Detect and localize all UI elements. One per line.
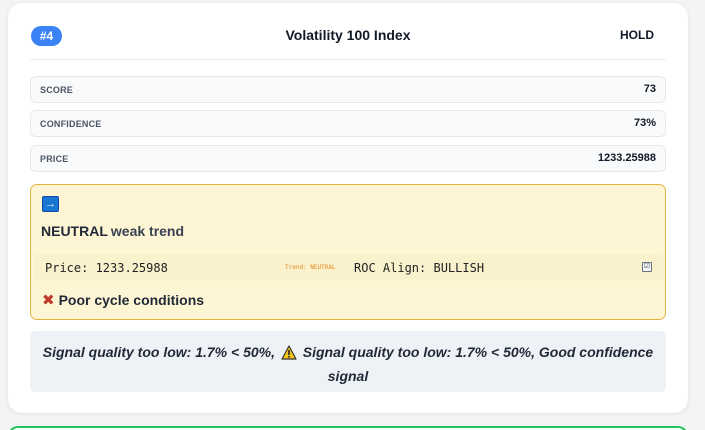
note-part-1: Signal quality too low: 1.7% < 50%, — [42, 344, 275, 360]
signal-note: Signal quality too low: 1.7% < 50%, Sign… — [30, 331, 666, 392]
signal-panel: → NEUTRAL weak trend Price: 1233.25988 Tr… — [30, 184, 666, 320]
metric-score: SCORE 73 — [30, 76, 666, 103]
card-header: #4 Volatility 100 Index HOLD — [30, 23, 666, 60]
direction-label: NEUTRAL — [41, 223, 108, 239]
metric-value: 1233.25988 — [597, 152, 656, 164]
note-part-2: Signal quality too low: 1.7% < 50%, Good… — [302, 344, 654, 384]
signal-direction: NEUTRAL weak trend — [41, 223, 184, 239]
metric-confidence: CONFIDENCE 73% — [30, 110, 666, 137]
metric-label: PRICE — [40, 154, 69, 164]
metric-value: 73% — [633, 117, 656, 129]
right-arrow-icon: → — [42, 196, 59, 212]
roc-text: ROC Align: BULLISH — [354, 261, 485, 275]
metric-value: 73 — [643, 83, 656, 95]
action-label: HOLD — [620, 28, 654, 42]
checkbox-icon: ☑ — [642, 262, 652, 272]
cycle-status: ✖ Poor cycle conditions — [42, 291, 204, 309]
cross-mark-icon: ✖ — [42, 292, 55, 309]
metric-label: CONFIDENCE — [40, 119, 102, 129]
warning-icon — [281, 345, 297, 366]
strength-label: weak trend — [110, 223, 185, 239]
metric-label: SCORE — [40, 85, 74, 95]
trend-text: Trend: NEUTRAL — [285, 264, 336, 271]
signal-detail-row: Price: 1233.25988 Trend: NEUTRAL ROC Ali… — [34, 254, 664, 281]
next-signal-card — [8, 426, 688, 430]
signal-card: #4 Volatility 100 Index HOLD SCORE 73 CO… — [8, 3, 688, 413]
instrument-title: Volatility 100 Index — [285, 27, 411, 43]
price-text: Price: 1233.25988 — [45, 261, 168, 275]
cycle-text: Poor cycle conditions — [58, 292, 205, 308]
metric-price: PRICE 1233.25988 — [30, 145, 666, 172]
